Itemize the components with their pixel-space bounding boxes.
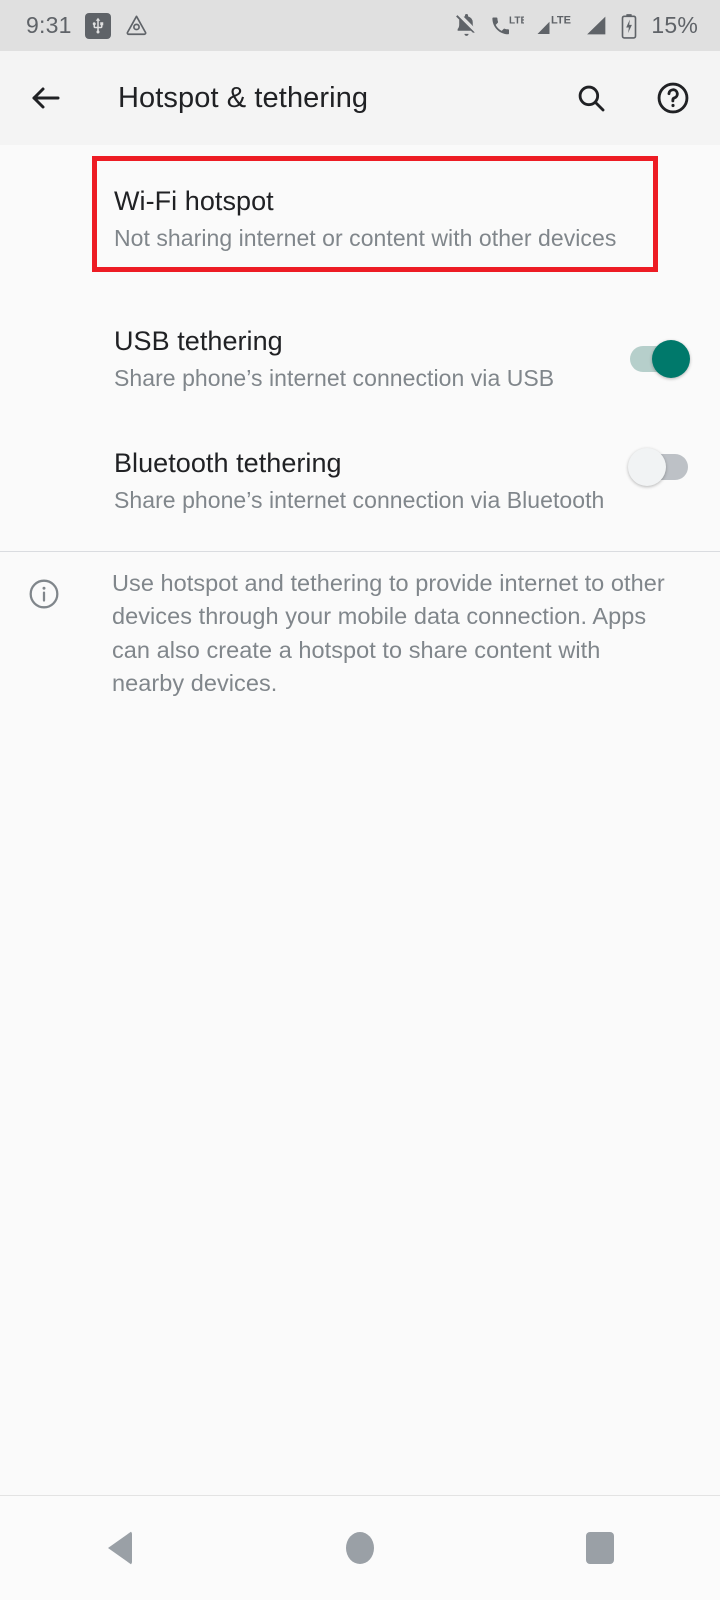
battery-percentage: 15%: [651, 12, 698, 38]
bluetooth-tethering-toggle[interactable]: [628, 448, 690, 486]
signal-icon: [584, 13, 609, 38]
svg-text:LTE: LTE: [509, 16, 524, 27]
preference-title: Bluetooth tethering: [114, 448, 342, 478]
preference-row-bluetooth-tethering[interactable]: Bluetooth tethering Share phone’s intern…: [0, 420, 720, 558]
system-navigation-bar: [0, 1496, 720, 1600]
toggle-thumb: [652, 340, 690, 378]
preference-row-wifi-hotspot[interactable]: Wi-Fi hotspot Not sharing internet or co…: [0, 160, 720, 278]
status-bar-right-group: LTE LTE 15%: [454, 13, 698, 39]
usb-tethering-toggle[interactable]: [628, 340, 690, 378]
nav-back-icon: [108, 1531, 132, 1565]
preference-text-group: Wi-Fi hotspot Not sharing internet or co…: [114, 186, 690, 252]
search-button[interactable]: [570, 77, 612, 119]
svg-text:LTE: LTE: [551, 15, 571, 27]
android-debug-icon: [124, 13, 149, 38]
nav-back-button[interactable]: [0, 1496, 240, 1600]
preference-title: USB tethering: [114, 325, 283, 356]
info-icon: [22, 567, 66, 611]
footer-info-text: Use hotspot and tethering to provide int…: [112, 570, 665, 697]
preference-summary: Share phone’s internet connection via Bl…: [114, 487, 605, 514]
back-arrow-icon: [32, 87, 60, 109]
settings-list: Wi-Fi hotspot Not sharing internet or co…: [0, 145, 720, 1600]
search-icon: [578, 85, 605, 112]
status-bar: 9:31 LTE LTE 15%: [0, 0, 720, 51]
preference-row-usb-tethering[interactable]: USB tethering Share phone’s internet con…: [0, 300, 720, 418]
back-button[interactable]: [0, 51, 92, 145]
footer-divider: [0, 551, 720, 552]
preference-title: Wi-Fi hotspot: [114, 185, 274, 216]
nav-home-icon: [346, 1532, 374, 1564]
preference-summary: Share phone’s internet connection via US…: [114, 365, 555, 392]
preference-text-group: USB tethering Share phone’s internet con…: [114, 326, 610, 392]
status-bar-clock: 9:31: [26, 12, 72, 38]
battery-charging-icon: [620, 13, 638, 39]
usb-icon: [84, 12, 111, 39]
signal-lte-icon: LTE: [535, 13, 573, 38]
phone-lte-icon: LTE: [490, 13, 524, 38]
footer-info-section: Use hotspot and tethering to provide int…: [0, 567, 720, 700]
notifications-muted-icon: [454, 13, 479, 38]
nav-recents-icon: [586, 1532, 614, 1564]
toggle-thumb: [628, 448, 666, 486]
preference-text-group: Bluetooth tethering Share phone’s intern…: [114, 448, 610, 514]
help-icon: [657, 82, 689, 114]
preference-summary: Not sharing internet or content with oth…: [114, 225, 617, 252]
help-button[interactable]: [652, 77, 694, 119]
app-bar: Hotspot & tethering: [0, 51, 720, 145]
nav-home-button[interactable]: [240, 1496, 480, 1600]
status-bar-left-group: 9:31: [26, 12, 149, 39]
page-title: Hotspot & tethering: [118, 81, 369, 114]
nav-recents-button[interactable]: [480, 1496, 720, 1600]
app-bar-actions: [570, 77, 694, 119]
